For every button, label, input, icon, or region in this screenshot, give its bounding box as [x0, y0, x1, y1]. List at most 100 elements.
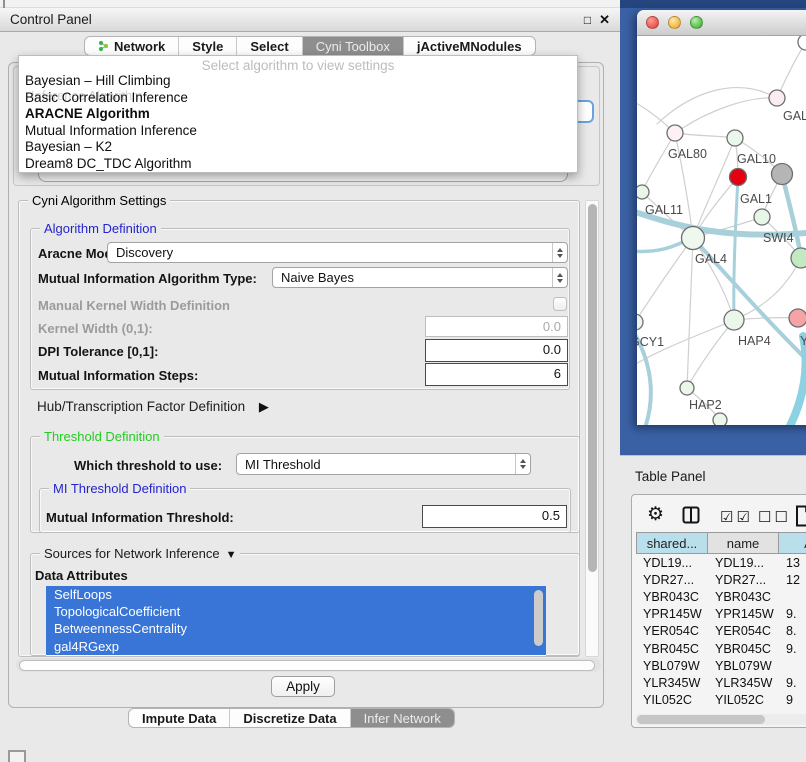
- column-header-a[interactable]: A: [779, 532, 806, 554]
- bottom-tab-impute-data[interactable]: Impute Data: [129, 709, 230, 727]
- sources-group-title: Sources for Network Inference▼: [40, 546, 240, 561]
- tab-cyni-toolbox[interactable]: Cyni Toolbox: [303, 37, 404, 55]
- table-row[interactable]: YDR27...YDR27...12: [636, 571, 806, 588]
- network-node[interactable]: [727, 130, 743, 146]
- zoom-traffic-light-icon[interactable]: [690, 16, 703, 29]
- table-row[interactable]: YDL19...YDL19...13: [636, 554, 806, 571]
- algorithm-option-bayesian-k2[interactable]: Bayesian – K2: [19, 139, 577, 156]
- network-edge: [657, 88, 777, 124]
- settings-horizontal-scrollbar-thumb[interactable]: [19, 660, 595, 671]
- kernel-width-field[interactable]: 0.0: [425, 316, 568, 337]
- select-all-icon[interactable]: ☑☑: [720, 508, 753, 526]
- table-row[interactable]: YBL079WYBL079W: [636, 657, 806, 674]
- node-label-y: Y: [800, 334, 806, 348]
- table-cell: YDR27...: [708, 571, 779, 588]
- apply-button[interactable]: Apply: [271, 676, 335, 697]
- stepper-icon[interactable]: [552, 243, 567, 262]
- deselect-all-icon[interactable]: ☐☐: [758, 508, 791, 526]
- network-node[interactable]: [730, 169, 747, 186]
- network-node[interactable]: [667, 125, 683, 141]
- algorithm-option-mutual-information-inference[interactable]: Mutual Information Inference: [19, 123, 577, 140]
- node-label-gal: GAL: [783, 109, 806, 123]
- table-row[interactable]: YPR145WYPR145W9.: [636, 606, 806, 623]
- tab-network[interactable]: Network: [85, 37, 179, 55]
- table-row[interactable]: YIL052CYIL052C9: [636, 692, 806, 709]
- mi-steps-label: Mutual Information Steps:: [38, 368, 198, 383]
- network-node[interactable]: [754, 209, 770, 225]
- algorithm-option-dream8-dc-tdc-algorithm[interactable]: Dream8 DC_TDC Algorithm: [19, 156, 577, 173]
- stepper-icon[interactable]: [515, 454, 530, 474]
- algorithm-option-basic-correlation-inference[interactable]: Basic Correlation Inference: [19, 90, 577, 107]
- tab-jactivemnodules[interactable]: jActiveMNodules: [404, 37, 535, 55]
- column-header-shared[interactable]: shared...: [636, 532, 708, 554]
- algorithm-dropdown[interactable]: Select algorithm to view settings Infere…: [18, 55, 578, 173]
- bottom-tab-discretize-data[interactable]: Discretize Data: [230, 709, 350, 727]
- data-attributes-list[interactable]: SelfLoopsTopologicalCoefficientBetweenne…: [46, 586, 546, 656]
- table-row[interactable]: YBR045CYBR045C9.: [636, 640, 806, 657]
- mi-threshold-field[interactable]: 0.5: [422, 505, 567, 528]
- mi-algorithm-type-combo[interactable]: Naive Bayes: [272, 267, 568, 288]
- mi-steps-field[interactable]: 6: [425, 363, 568, 386]
- column-header-name[interactable]: name: [708, 532, 779, 554]
- collapse-down-icon[interactable]: ▼: [226, 549, 237, 561]
- network-canvas[interactable]: GALGAL80GAL10GAL11GAL1GAL4SWI4GCY1HAP4YH…: [637, 36, 806, 425]
- network-node[interactable]: [637, 185, 649, 199]
- control-panel-title: Control Panel: [10, 12, 576, 27]
- network-node[interactable]: [724, 310, 744, 330]
- network-node[interactable]: [713, 413, 727, 425]
- attribute-item-gal4rgexp[interactable]: gal4RGexp: [46, 638, 546, 655]
- network-node[interactable]: [682, 227, 705, 250]
- minimize-traffic-light-icon[interactable]: [668, 16, 681, 29]
- algorithm-option-bayesian-hill-climbing[interactable]: Bayesian – Hill Climbing: [19, 73, 577, 90]
- list-scrollbar-thumb[interactable]: [534, 590, 543, 646]
- network-window-titlebar[interactable]: [637, 10, 806, 36]
- network-edge: [734, 258, 801, 320]
- table-cell: YPR145W: [636, 606, 708, 623]
- dock-panel-icon[interactable]: [8, 750, 26, 762]
- attribute-item-topologicalcoefficient[interactable]: TopologicalCoefficient: [46, 603, 546, 620]
- dpi-tolerance-label: DPI Tolerance [0,1]:: [38, 344, 158, 359]
- gear-icon[interactable]: ⚙: [647, 503, 664, 526]
- tab-select[interactable]: Select: [237, 37, 302, 55]
- network-node[interactable]: [791, 248, 806, 268]
- dpi-tolerance-field[interactable]: 0.0: [425, 339, 568, 362]
- file-export-icon[interactable]: [795, 505, 806, 532]
- network-node[interactable]: [680, 381, 694, 395]
- node-label-hap4: HAP4: [738, 334, 771, 348]
- manual-kernel-width-checkbox[interactable]: [553, 297, 567, 311]
- algorithm-option-aracne-algorithm[interactable]: ARACNE Algorithm: [19, 106, 577, 123]
- bottom-tab-infer-network[interactable]: Infer Network: [351, 709, 454, 727]
- network-node[interactable]: [769, 90, 785, 106]
- table-row[interactable]: YBR043CYBR043C: [636, 588, 806, 605]
- aracne-mode-combo[interactable]: Discovery: [107, 242, 568, 263]
- close-icon[interactable]: ✕: [599, 13, 610, 26]
- table-horizontal-scrollbar[interactable]: [635, 714, 806, 725]
- table-row[interactable]: YER054CYER054C8.: [636, 623, 806, 640]
- table-panel-section: Table Panel ⚙ ☑☑ ☐☐ shared...nameAYDL19.…: [620, 455, 806, 762]
- settings-vertical-scrollbar-thumb[interactable]: [588, 204, 597, 572]
- tab-label: Network: [114, 39, 165, 54]
- stepper-icon[interactable]: [552, 268, 567, 287]
- settings-horizontal-scrollbar[interactable]: [16, 658, 601, 672]
- tab-style[interactable]: Style: [179, 37, 237, 55]
- table-cell: 9: [779, 692, 806, 709]
- table-cell: YBR043C: [708, 588, 779, 605]
- network-window[interactable]: GALGAL80GAL10GAL11GAL1GAL4SWI4GCY1HAP4YH…: [637, 10, 806, 425]
- columns-icon[interactable]: [682, 506, 700, 529]
- network-node[interactable]: [798, 36, 806, 50]
- settings-group-title: Cyni Algorithm Settings: [28, 193, 170, 208]
- network-node[interactable]: [637, 314, 643, 330]
- attribute-item-betweennesscentrality[interactable]: BetweennessCentrality: [46, 620, 546, 637]
- table-row[interactable]: YLR345WYLR345W9.: [636, 674, 806, 691]
- float-window-icon[interactable]: □: [584, 14, 591, 26]
- table-horizontal-scrollbar-thumb[interactable]: [637, 715, 765, 724]
- close-traffic-light-icon[interactable]: [646, 16, 659, 29]
- which-threshold-combo[interactable]: MI Threshold: [236, 453, 531, 475]
- settings-vertical-scrollbar[interactable]: [585, 200, 599, 657]
- tab-label: Style: [192, 39, 223, 54]
- attribute-item-selfloops[interactable]: SelfLoops: [46, 586, 546, 603]
- network-node[interactable]: [789, 309, 806, 327]
- hub-definition-expander[interactable]: Hub/Transcription Factor Definition ▶: [37, 399, 269, 415]
- network-node[interactable]: [772, 164, 793, 185]
- tab-label: jActiveMNodules: [417, 39, 522, 54]
